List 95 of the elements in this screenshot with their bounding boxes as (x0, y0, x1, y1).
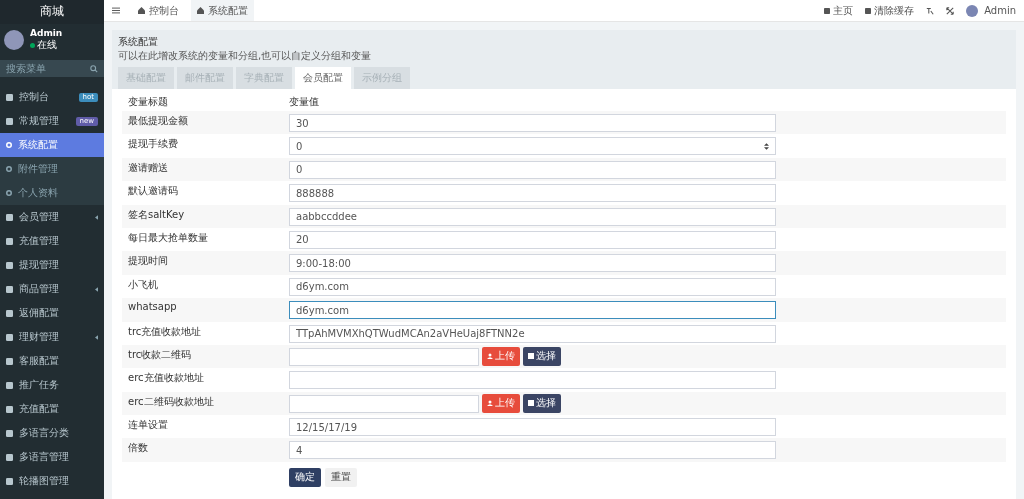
input-field[interactable]: 0 (289, 160, 776, 179)
square-icon (6, 285, 13, 293)
field-label: trc收款二维码 (127, 347, 193, 362)
input-field[interactable]: 4 (289, 441, 776, 460)
field-label: 连单设置 (127, 418, 169, 433)
field-label: erc二维码收款地址 (127, 394, 215, 409)
panel-description: 可以在此增改系统的变量和分组,也可以自定义分组和变量 (118, 49, 373, 63)
avatar (4, 30, 24, 50)
square-icon (6, 309, 13, 317)
menu-item[interactable]: 理财管理 (0, 325, 104, 349)
square-icon (6, 261, 13, 269)
input-field[interactable] (289, 394, 479, 413)
input-field[interactable]: 12/15/17/19 (289, 418, 776, 437)
field-label: 最低提现金额 (127, 114, 189, 128)
square-icon (824, 7, 831, 14)
search-field[interactable]: 搜索菜单 (0, 60, 104, 77)
user-icon (487, 353, 493, 360)
upload-button[interactable]: 上传 (482, 346, 520, 366)
reset-button[interactable]: 重置 (325, 467, 357, 487)
square-icon (6, 405, 13, 413)
menu-item[interactable]: 会员管理 (0, 205, 104, 229)
square-icon (6, 333, 13, 341)
field-label: 签名saltKey (127, 207, 186, 222)
search-icon (90, 65, 98, 73)
menu-item[interactable]: 充值配置 (0, 397, 104, 421)
page-tab[interactable]: 控制台 (132, 0, 185, 21)
square-icon (6, 237, 13, 245)
circle-icon (6, 142, 12, 148)
user-name: Admin (30, 28, 63, 38)
submenu-item[interactable]: 系统配置 (0, 133, 104, 157)
menu-item[interactable]: 返佣配置 (0, 301, 104, 325)
top-link[interactable]: 主页 (824, 3, 854, 18)
input-field[interactable] (289, 371, 776, 390)
top-link[interactable]: 清除缓存 (865, 3, 915, 18)
input-field[interactable]: aabbccddee (289, 207, 776, 226)
menu-item[interactable]: 推广任务 (0, 373, 104, 397)
input-field[interactable]: 20 (289, 230, 776, 249)
field-label: 默认邀请码 (127, 184, 179, 199)
choose-button[interactable]: 选择 (523, 393, 561, 413)
input-field[interactable]: d6ym.com (289, 301, 776, 320)
avatar (966, 4, 979, 17)
menu-icon[interactable] (112, 7, 120, 14)
input-field[interactable]: d6ym.com (289, 277, 776, 296)
square-icon (6, 477, 13, 485)
circle-icon (6, 166, 12, 172)
panel-title: 系统配置 (118, 35, 159, 49)
square-icon (6, 429, 13, 437)
choose-button[interactable]: 选择 (523, 346, 561, 366)
column-header: 变量标题 (127, 95, 169, 109)
field-label: erc充值收款地址 (127, 371, 205, 386)
submit-button[interactable]: 确定 (289, 467, 321, 487)
field-label: trc充值收款地址 (127, 324, 203, 339)
menu-item[interactable]: 轮播图管理 (0, 469, 104, 493)
square-icon (6, 381, 13, 389)
input-field[interactable]: 9:00-18:00 (289, 254, 776, 273)
input-field[interactable]: 888888 (289, 184, 776, 203)
menu-item[interactable]: 多语言分类 (0, 421, 104, 445)
field-label: 邀请赠送 (127, 160, 169, 175)
square-icon (6, 117, 13, 125)
column-header: 变量值 (289, 95, 319, 109)
translate-icon[interactable] (926, 6, 935, 15)
submenu-item[interactable]: 附件管理 (0, 157, 104, 181)
sort-arrows-icon (764, 142, 769, 150)
menu-item[interactable]: 多语言管理 (0, 445, 104, 469)
menu-item[interactable]: 商品管理 (0, 277, 104, 301)
square-icon (6, 213, 13, 221)
user-icon (487, 400, 493, 407)
field-label: 小飞机 (127, 277, 159, 292)
select-field[interactable]: 0 (289, 137, 776, 156)
home-icon (197, 7, 204, 14)
user-status: 在线 (30, 38, 63, 52)
input-field[interactable] (289, 347, 479, 366)
square-icon (6, 357, 13, 365)
menu-item[interactable]: 客服配置 (0, 349, 104, 373)
circle-icon (6, 190, 12, 196)
field-label: 提现手续费 (127, 137, 179, 152)
field-label: whatsapp (127, 300, 178, 313)
input-field[interactable]: 30 (289, 114, 776, 132)
field-label: 倍数 (127, 441, 149, 456)
square-icon (6, 453, 13, 461)
square-icon (865, 7, 872, 14)
square-icon (6, 93, 13, 101)
input-field[interactable]: TTpAhMVMXhQTWudMCAn2aVHeUaj8FTNN2e (289, 324, 776, 343)
page-tab[interactable]: 系统配置 (191, 0, 254, 21)
field-label: 提现时间 (127, 254, 169, 269)
home-icon (138, 7, 145, 14)
fullscreen-icon[interactable] (946, 6, 955, 15)
menu-item[interactable]: 充值管理 (0, 229, 104, 253)
menu-item[interactable]: 提现管理 (0, 253, 104, 277)
submenu-item[interactable]: 个人资料 (0, 181, 104, 205)
user-name[interactable]: Admin (984, 5, 1016, 16)
config-tab[interactable]: 会员配置 (295, 67, 351, 89)
field-label: 每日最大抢单数量 (127, 230, 209, 245)
upload-button[interactable]: 上传 (482, 393, 520, 413)
logo-text: 商城 (0, 0, 104, 24)
